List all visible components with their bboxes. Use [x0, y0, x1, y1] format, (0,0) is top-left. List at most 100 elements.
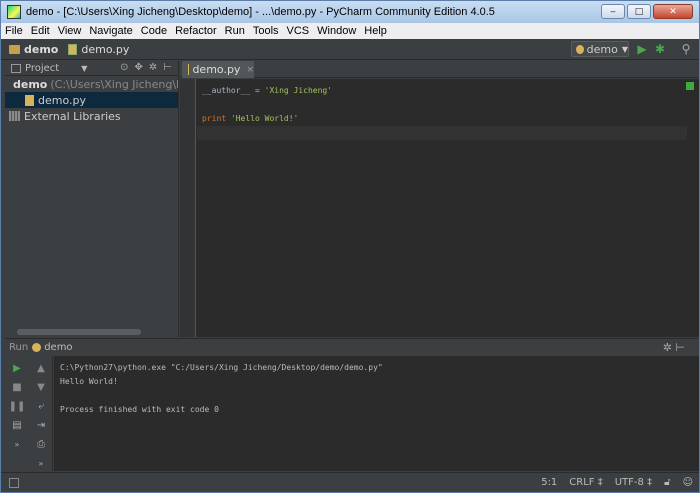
project-panel-header[interactable]: Project ▼ ⊙ ✥ ✲ ⊢ [5, 61, 178, 76]
console-line-1: C:\Python27\python.exe "C:/Users/Xing Ji… [60, 363, 383, 372]
window-controls: ‒ □ ✕ [601, 4, 693, 19]
console-output[interactable]: C:\Python27\python.exe "C:/Users/Xing Ji… [54, 356, 699, 471]
editor-gutter [180, 79, 196, 337]
navigation-bar: demo demo.py demo ▼ ▶ ✱ ⚲ [1, 39, 699, 60]
menu-refactor[interactable]: Refactor [175, 25, 217, 37]
window-title: demo - [C:\Users\Xing Jicheng\Desktop\de… [26, 6, 495, 18]
gear-icon[interactable]: ✲ ⊢ [663, 341, 685, 354]
python-file-icon [68, 43, 78, 55]
run-toolbar-secondary: ▲ ▼ ⤶ ⇥ ⎙ » [30, 356, 53, 471]
run-config-select[interactable]: demo ▼ [571, 41, 629, 57]
hello-string: 'Hello World!' [226, 114, 299, 123]
breadcrumb-file[interactable]: demo.py [81, 43, 129, 56]
pause-icon[interactable]: ❚❚ [9, 399, 26, 413]
minimize-button[interactable]: ‒ [601, 4, 625, 19]
title-bar[interactable]: demo - [C:\Users\Xing Jicheng\Desktop\de… [1, 1, 699, 23]
collapse-icon[interactable]: ✥ [135, 62, 143, 73]
status-indicators: 5:1 CRLF ‡ UTF-8 ‡ 🔓︎ ☺ [541, 477, 693, 488]
stop-icon[interactable]: ■ [10, 380, 24, 394]
current-line-highlight [197, 126, 687, 140]
console-line-3 [60, 389, 699, 403]
pycharm-window: demo - [C:\Users\Xing Jicheng\Desktop\de… [0, 0, 700, 493]
project-view-label: Project [25, 62, 60, 74]
expand-icon[interactable]: » [10, 437, 24, 451]
line-separator[interactable]: CRLF ‡ [569, 477, 602, 488]
python-config-icon [32, 342, 42, 352]
menu-vcs[interactable]: VCS [287, 25, 310, 37]
expand-icon[interactable]: » [34, 456, 48, 470]
chevron-down-icon[interactable]: ▼ [81, 64, 87, 73]
run-panel-config[interactable]: demo [44, 342, 72, 353]
lock-icon[interactable]: 🔓︎ [664, 477, 670, 488]
menu-edit[interactable]: Edit [31, 25, 50, 37]
breadcrumb-project[interactable]: demo [24, 43, 58, 56]
run-icon[interactable]: ▶ [635, 42, 649, 56]
file-name: demo.py [38, 93, 86, 107]
author-variable: __author__ [202, 86, 251, 95]
print-icon[interactable]: ⎙ [34, 437, 48, 451]
menu-view[interactable]: View [58, 25, 82, 37]
close-tab-icon[interactable]: × [246, 65, 254, 75]
console-line-2: Hello World! [60, 377, 118, 386]
python-file-icon [25, 94, 34, 106]
console-line-4: Process finished with exit code 0 [60, 405, 219, 414]
menu-window[interactable]: Window [317, 25, 356, 37]
project-view-icon [11, 63, 21, 73]
menu-code[interactable]: Code [141, 25, 167, 37]
up-arrow-icon[interactable]: ▲ [34, 361, 48, 375]
author-string: 'Xing Jicheng' [264, 86, 333, 95]
caret-position[interactable]: 5:1 [541, 477, 557, 488]
root-name: demo [13, 77, 48, 91]
project-panel-tools: ⊙ ✥ ✲ ⊢ [120, 62, 172, 73]
code-content[interactable]: __author__ = 'Xing Jicheng' print 'Hello… [202, 84, 332, 126]
run-panel-header: Run demo ✲ ⊢ [5, 338, 699, 355]
tree-item-libraries[interactable]: External Libraries [5, 108, 178, 124]
tab-demo-py[interactable]: demo.py × [182, 61, 254, 78]
maximize-button[interactable]: □ [627, 4, 651, 19]
code-line-3: print 'Hello World!' [202, 112, 332, 126]
scroll-end-icon[interactable]: ⇥ [34, 418, 48, 432]
python-config-icon [576, 44, 584, 54]
chevron-down-icon: ▼ [621, 44, 628, 54]
tree-item-root[interactable]: demo (C:\Users\Xing Jicheng\Desk [5, 76, 178, 92]
libraries-label: External Libraries [24, 109, 121, 123]
project-panel: Project ▼ ⊙ ✥ ✲ ⊢ demo (C:\Users\Xing Ji… [5, 61, 179, 337]
folder-icon [9, 44, 20, 54]
menu-tools[interactable]: Tools [253, 25, 279, 37]
run-config-label: demo [586, 42, 618, 56]
search-icon[interactable]: ⚲ [679, 42, 693, 56]
sync-icon[interactable]: ⊙ [120, 62, 128, 73]
code-line-1: __author__ = 'Xing Jicheng' [202, 84, 332, 98]
rerun-icon[interactable]: ▶ [10, 361, 24, 375]
close-button[interactable]: ✕ [653, 4, 693, 19]
horizontal-scrollbar[interactable] [17, 329, 141, 335]
menu-run[interactable]: Run [225, 25, 245, 37]
library-icon [9, 111, 20, 121]
assign-operator: = [250, 86, 265, 95]
pycharm-logo-icon [7, 5, 21, 19]
gear-icon[interactable]: ✲ [149, 62, 157, 73]
run-toolbar: ▶ ■ ❚❚ ▤ » [5, 356, 29, 471]
inspection-ok-icon[interactable] [686, 82, 694, 90]
print-keyword: print [202, 114, 227, 123]
tree-item-file[interactable]: demo.py [5, 92, 178, 108]
soft-wrap-icon[interactable]: ⤶ [34, 399, 48, 413]
layout-icon[interactable]: ▤ [10, 418, 24, 432]
menu-file[interactable]: File [5, 25, 23, 37]
down-arrow-icon[interactable]: ▼ [34, 380, 48, 394]
code-editor[interactable]: __author__ = 'Xing Jicheng' print 'Hello… [180, 79, 699, 337]
editor-tab-bar: demo.py × [180, 61, 699, 78]
run-panel-label: Run [9, 341, 29, 353]
hide-icon[interactable]: ⊢ [163, 62, 172, 73]
status-bar: 5:1 CRLF ‡ UTF-8 ‡ 🔓︎ ☺ [1, 472, 699, 492]
menu-help[interactable]: Help [364, 25, 387, 37]
tab-label: demo.py [192, 63, 241, 76]
file-encoding[interactable]: UTF-8 ‡ [615, 477, 652, 488]
root-path: (C:\Users\Xing Jicheng\Desk [50, 77, 178, 91]
tool-windows-icon[interactable] [9, 477, 19, 488]
debug-icon[interactable]: ✱ [653, 42, 667, 56]
menu-navigate[interactable]: Navigate [89, 25, 132, 37]
inspector-icon[interactable]: ☺ [683, 477, 693, 488]
menu-bar: File Edit View Navigate Code Refactor Ru… [1, 23, 699, 39]
